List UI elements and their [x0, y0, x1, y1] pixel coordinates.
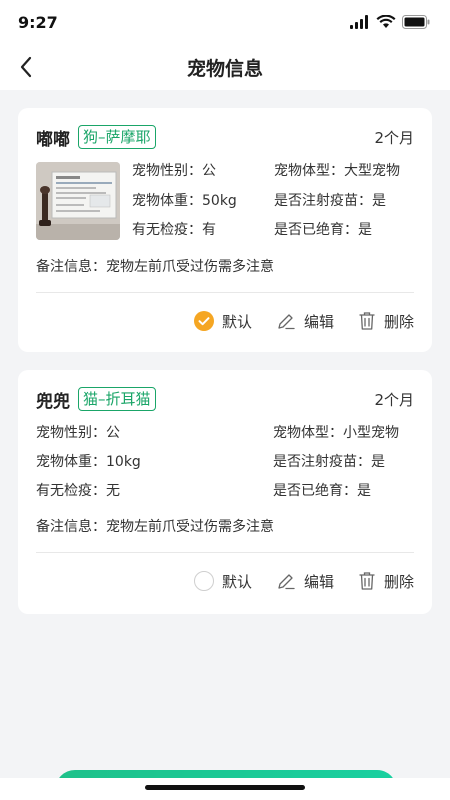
- status-icons: [350, 15, 430, 29]
- edit-button[interactable]: 编辑: [276, 571, 334, 592]
- pet-vaccinated: 是否注射疫苗：是: [274, 192, 386, 209]
- radio-unchecked-icon: [193, 571, 214, 591]
- battery-icon: [402, 15, 430, 29]
- pet-note: 备注信息：宠物左前爪受过伤需多注意: [36, 519, 274, 535]
- wifi-icon: [376, 15, 396, 28]
- edit-label: 编辑: [303, 572, 334, 591]
- pencil-icon: [278, 574, 295, 590]
- nav-bar: 宠物信息: [0, 44, 450, 90]
- pet-card-header: 嘟嘟 狗–萨摩耶 2个月: [36, 124, 414, 150]
- certificate-image: [36, 162, 120, 240]
- pet-neutered: 是否已绝育：是: [273, 483, 371, 499]
- default-toggle[interactable]: 默认: [193, 311, 252, 332]
- pet-gender: 宠物性别：公: [132, 163, 216, 179]
- pet-card: 兜兜 猫–折耳猫 2个月 宠物性别：公 宠物体型：小型宠物 宠物体重：10kg …: [18, 370, 432, 614]
- breed-tag: 猫–折耳猫: [78, 387, 156, 411]
- trash-icon: [359, 312, 375, 330]
- pet-info: 宠物性别：公 宠物体型：大型宠物 宠物体重：50kg 是否注射疫苗：是 有无检疫…: [36, 162, 414, 240]
- pencil-icon: [278, 314, 295, 330]
- chevron-left-icon: [20, 56, 32, 78]
- pet-card: 嘟嘟 狗–萨摩耶 2个月 宠物性别：公 宠物体型：大型宠物 宠物体重：50kg …: [18, 108, 432, 352]
- edit-button[interactable]: 编辑: [276, 311, 334, 332]
- pet-fields: 宠物性别：公 宠物体型：大型宠物 宠物体重：50kg 是否注射疫苗：是 有无检疫…: [132, 162, 414, 240]
- pet-size: 宠物体型：大型宠物: [274, 163, 400, 179]
- pet-quarantine: 有无检疫：无: [36, 483, 120, 499]
- breed-tag: 狗–萨摩耶: [78, 125, 156, 149]
- pet-name: 嘟嘟: [36, 129, 70, 150]
- pet-photo[interactable]: [36, 162, 120, 240]
- status-time: 9:27: [18, 12, 58, 32]
- default-label: 默认: [221, 572, 252, 591]
- status-bar: 9:27: [0, 0, 450, 44]
- signal-icon: [350, 15, 368, 29]
- pet-note: 备注信息：宠物左前爪受过伤需多注意: [36, 259, 274, 275]
- pet-neutered: 是否已绝育：是: [274, 222, 372, 239]
- pet-fields: 宠物性别：公 宠物体型：小型宠物 宠物体重：10kg 是否注射疫苗：是 有无检疫…: [36, 424, 414, 500]
- pet-card-header: 兜兜 猫–折耳猫 2个月: [36, 386, 414, 412]
- page-title: 宠物信息: [186, 57, 263, 80]
- pet-weight: 宠物体重：10kg: [36, 454, 141, 470]
- default-toggle[interactable]: 默认: [193, 571, 252, 592]
- edit-label: 编辑: [303, 312, 334, 331]
- pet-vaccinated: 是否注射疫苗：是: [273, 454, 385, 470]
- pet-name: 兜兜: [36, 391, 70, 412]
- pet-size: 宠物体型：小型宠物: [273, 425, 399, 441]
- home-indicator[interactable]: [145, 785, 305, 790]
- pet-quarantine: 有无检疫：有: [132, 222, 216, 239]
- delete-button[interactable]: 删除: [358, 311, 414, 332]
- pet-weight: 宠物体重：50kg: [132, 192, 237, 209]
- default-label: 默认: [221, 312, 252, 331]
- pet-gender: 宠物性别：公: [36, 425, 120, 441]
- trash-icon: [359, 572, 375, 590]
- delete-button[interactable]: 删除: [358, 571, 414, 592]
- pet-age: 2个月: [374, 390, 414, 409]
- delete-label: 删除: [383, 572, 414, 591]
- check-circle-icon: [193, 311, 214, 331]
- pet-actions: 默认 编辑 删除: [36, 553, 414, 609]
- back-button[interactable]: [12, 52, 40, 82]
- delete-label: 删除: [383, 312, 414, 331]
- pet-age: 2个月: [374, 128, 414, 147]
- pet-actions: 默认 编辑 删除: [36, 293, 414, 349]
